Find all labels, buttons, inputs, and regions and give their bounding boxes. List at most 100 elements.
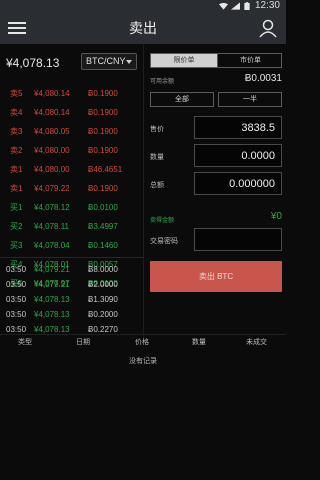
bid-amount: Ƀ0.0100 [88, 203, 118, 212]
ask-price: ¥4,080.00 [34, 165, 70, 174]
estimate-label: 卖得金额 [150, 218, 175, 224]
col-type: 类型 [18, 339, 32, 346]
ask-amount: Ƀ0.1900 [88, 108, 118, 117]
estimate-value: ¥0 [270, 211, 282, 222]
trade-amount: Ƀ8.0000 [88, 265, 118, 274]
tab-limit-order[interactable]: 限价单 [151, 54, 217, 67]
half-button[interactable]: 一半 [218, 92, 282, 107]
wifi-icon [219, 2, 228, 10]
quantity-label: 数量 [150, 154, 164, 161]
available-balance: 可用余额 Ƀ0.0031 [150, 73, 282, 87]
ask-amount: Ƀ0.1900 [88, 184, 118, 193]
bid-row[interactable]: 买3 ¥4,078.04 Ƀ0.1460 [0, 236, 143, 255]
col-quantity: 数量 [192, 339, 206, 346]
pair-selector[interactable]: BTC/CNY [81, 53, 137, 70]
ask-label: 卖3 [10, 127, 23, 136]
bid-row[interactable]: 买2 ¥4,078.11 Ƀ3.4997 [0, 217, 143, 236]
trade-amount: Ƀ1.3090 [88, 295, 118, 304]
trade-amount: Ƀ2.0000 [88, 280, 118, 289]
password-label: 交易密码 [150, 238, 178, 245]
col-unfilled: 未成交 [246, 339, 267, 346]
total-label: 总额 [150, 182, 164, 189]
trade-time: 03:50 [6, 310, 27, 319]
trade-amount: Ƀ0.2000 [88, 310, 118, 319]
ask-price: ¥4,079.22 [34, 184, 70, 193]
ask-label: 卖5 [10, 89, 23, 98]
estimated-proceeds: 卖得金额 ¥0 [150, 211, 282, 225]
trade-row: 03:50 ¥4,079.21 Ƀ8.0000 [0, 262, 143, 277]
balance-value: Ƀ0.0031 [244, 73, 282, 84]
bid-label: 买2 [10, 222, 23, 231]
ask-row[interactable]: 卖1 ¥4,079.22 Ƀ0.1900 [0, 179, 143, 198]
trade-time: 03:50 [6, 295, 27, 304]
ask-row[interactable]: 卖2 ¥4,080.00 Ƀ0.1900 [0, 141, 143, 160]
ask-price: ¥4,080.14 [34, 89, 70, 98]
trade-row: 03:50 ¥4,078.13 Ƀ1.3090 [0, 292, 143, 307]
ask-price: ¥4,080.00 [34, 146, 70, 155]
ask-label: 卖2 [10, 146, 23, 155]
ask-label: 卖1 [10, 165, 23, 174]
ask-row[interactable]: 卖5 ¥4,080.14 Ƀ0.1900 [0, 84, 143, 103]
password-input[interactable] [194, 228, 282, 251]
ask-price: ¥4,080.05 [34, 127, 70, 136]
bid-row[interactable]: 买1 ¥4,078.12 Ƀ0.0100 [0, 198, 143, 217]
trade-time: 03:50 [6, 280, 27, 289]
page-title: 卖出 [129, 20, 157, 36]
price-input[interactable]: 3838.5 [194, 116, 282, 139]
market-panel: ¥4,078.13 BTC/CNY 卖5 ¥4,080.14 Ƀ0.1900 卖… [0, 44, 143, 340]
ask-amount: Ƀ0.1900 [88, 146, 118, 155]
trade-price: ¥4,079.21 [34, 280, 70, 289]
ask-amount: Ƀ0.1900 [88, 127, 118, 136]
ask-label: 卖4 [10, 108, 23, 117]
battery-icon [244, 2, 250, 10]
bid-amount: Ƀ3.4997 [88, 222, 118, 231]
quantity-value: 0.0000 [241, 150, 275, 162]
divider [0, 257, 143, 258]
pair-label: BTC/CNY [86, 56, 126, 66]
bid-amount: Ƀ0.1460 [88, 241, 118, 250]
total-input[interactable]: 0.000000 [194, 172, 282, 195]
order-form: 限价单 市价单 可用余额 Ƀ0.0031 全部 一半 售价 3838.5 数量 … [143, 44, 286, 340]
col-price: 价格 [135, 339, 149, 346]
signal-icon [231, 2, 240, 10]
ask-label: 卖1 [10, 184, 23, 193]
trade-price: ¥4,078.13 [34, 310, 70, 319]
clock: 12:30 [254, 0, 280, 11]
ask-row[interactable]: 卖3 ¥4,080.05 Ƀ0.1900 [0, 122, 143, 141]
all-button[interactable]: 全部 [150, 92, 214, 107]
user-icon[interactable] [258, 18, 278, 38]
price-label: 售价 [150, 126, 164, 133]
trade-time: 03:50 [6, 265, 27, 274]
order-type-tabs: 限价单 市价单 [150, 53, 282, 68]
history-header: 类型 日期 价格 数量 未成交 [0, 334, 286, 346]
col-date: 日期 [76, 339, 90, 346]
ask-price: ¥4,080.14 [34, 108, 70, 117]
tab-market-order[interactable]: 市价单 [217, 54, 283, 67]
status-bar: 12:30 [0, 0, 286, 12]
ask-row[interactable]: 卖4 ¥4,080.14 Ƀ0.1900 [0, 103, 143, 122]
quick-amount: 全部 一半 [150, 92, 282, 107]
quantity-input[interactable]: 0.0000 [194, 144, 282, 167]
ask-row[interactable]: 卖1 ¥4,080.00 Ƀ46.4651 [0, 160, 143, 179]
ask-amount: Ƀ0.1900 [88, 89, 118, 98]
trade-price: ¥4,078.13 [34, 295, 70, 304]
trade-row: 03:50 ¥4,078.13 Ƀ0.2000 [0, 307, 143, 322]
price-header: ¥4,078.13 BTC/CNY [0, 48, 143, 76]
chevron-down-icon [126, 60, 132, 64]
app-bar: 卖出 [0, 12, 286, 44]
trade-price: ¥4,079.21 [34, 265, 70, 274]
sell-btc-button[interactable]: 卖出 BTC [150, 261, 282, 292]
ask-amount: Ƀ46.4651 [88, 165, 123, 174]
quantity-field: 数量 0.0000 [150, 144, 282, 167]
total-value: 0.000000 [229, 178, 275, 190]
balance-label: 可用余额 [150, 79, 175, 85]
empty-state: 没有记录 [129, 358, 157, 365]
trade-row: 03:50 ¥4,079.21 Ƀ2.0000 [0, 277, 143, 292]
password-field: 交易密码 [150, 228, 282, 251]
bid-price: ¥4,078.12 [34, 203, 70, 212]
total-field: 总额 0.000000 [150, 172, 282, 195]
price-field: 售价 3838.5 [150, 116, 282, 139]
bid-label: 买1 [10, 203, 23, 212]
price-value: 3838.5 [241, 122, 275, 134]
bid-label: 买3 [10, 241, 23, 250]
